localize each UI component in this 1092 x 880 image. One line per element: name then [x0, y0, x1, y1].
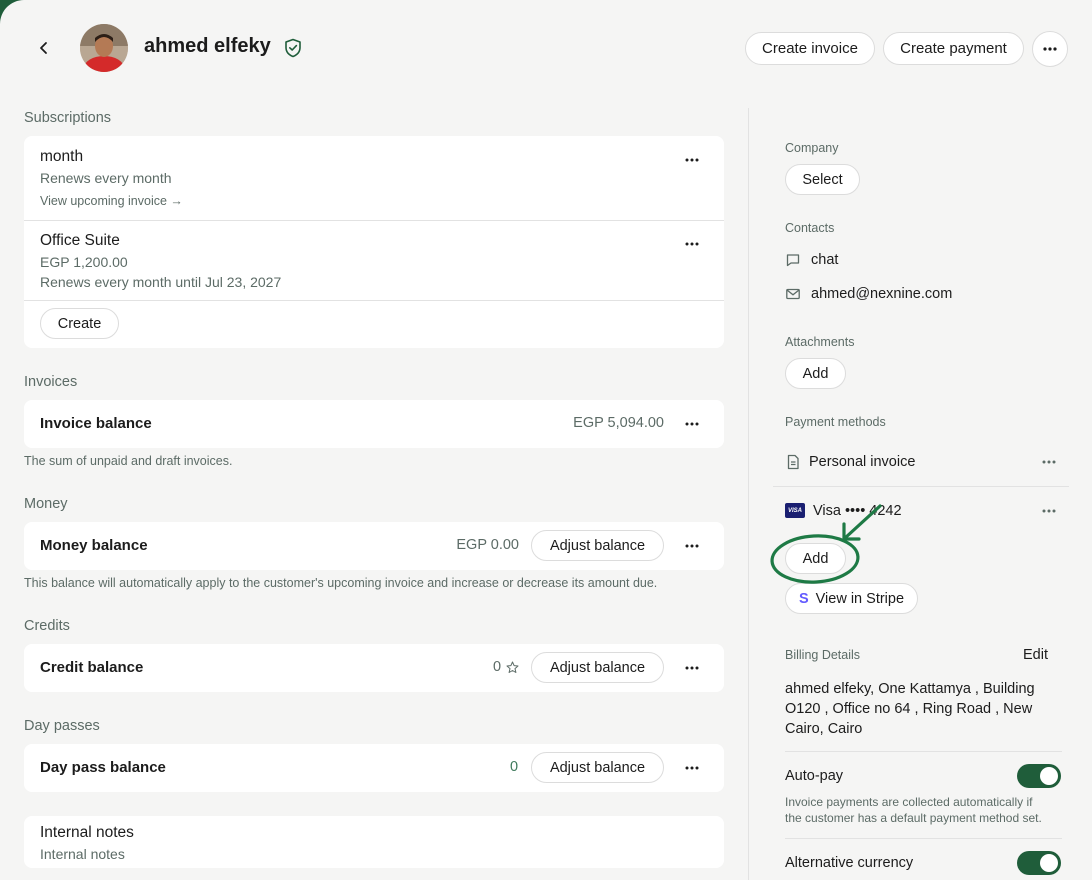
internal-notes-card[interactable]: Internal notes Internal notes	[24, 816, 724, 868]
more-horizontal-icon	[685, 158, 699, 162]
add-attachment-button[interactable]: Add	[785, 358, 846, 389]
divider	[24, 300, 724, 301]
personal-invoice-more-button[interactable]	[1039, 452, 1059, 472]
credit-balance-label: Credit balance	[40, 659, 144, 676]
mail-icon	[786, 288, 800, 300]
more-horizontal-icon	[1042, 460, 1056, 464]
invoice-balance-card: Invoice balance EGP 5,094.00	[24, 400, 724, 448]
visa-more-button[interactable]	[1039, 501, 1059, 521]
billing-details-label: Billing Details	[785, 648, 861, 662]
day-pass-balance-amount: 0	[510, 759, 519, 775]
create-payment-button[interactable]: Create payment	[883, 32, 1024, 65]
more-horizontal-icon	[685, 422, 699, 426]
subscription-more-button[interactable]	[682, 234, 702, 254]
credits-heading: Credits	[24, 618, 70, 634]
subscriptions-card: month Renews every month View upcoming i…	[24, 136, 724, 348]
more-horizontal-icon	[685, 242, 699, 246]
money-balance-amount: EGP 0.00	[456, 537, 519, 553]
company-label: Company	[785, 141, 839, 155]
stripe-icon: S	[798, 590, 809, 607]
sidebar-divider	[748, 108, 749, 880]
annotation-highlight-icon	[770, 504, 882, 584]
day-pass-balance-label: Day pass balance	[40, 759, 166, 776]
chevron-left-icon	[40, 42, 47, 54]
day-pass-balance-more-button[interactable]	[682, 758, 702, 778]
document-icon	[787, 454, 799, 470]
invoices-heading: Invoices	[24, 374, 78, 390]
money-heading: Money	[24, 496, 68, 512]
day-pass-balance-card: Day pass balance 0 Adjust balance	[24, 744, 724, 792]
back-button[interactable]	[32, 34, 56, 62]
credit-balance-card: Credit balance 0 Adjust balance	[24, 644, 724, 692]
customer-name: ahmed elfeky	[144, 35, 271, 57]
star-icon	[506, 661, 519, 673]
contacts-label: Contacts	[785, 221, 835, 235]
divider	[773, 486, 1069, 487]
contact-email[interactable]: ahmed@nexnine.com	[811, 286, 952, 302]
billing-address-line: ahmed elfeky, One Kattamya , Building	[785, 681, 1035, 697]
company-select-button[interactable]: Select	[785, 164, 860, 195]
divider	[24, 220, 724, 221]
money-balance-hint: This balance will automatically apply to…	[24, 576, 658, 590]
alternative-currency-label: Alternative currency	[785, 855, 914, 871]
money-balance-more-button[interactable]	[682, 536, 702, 556]
avatar	[80, 24, 128, 72]
subscription-price: EGP 1,200.00	[40, 254, 128, 270]
invoice-balance-hint: The sum of unpaid and draft invoices.	[24, 454, 233, 468]
subscriptions-heading: Subscriptions	[24, 110, 112, 126]
invoice-balance-label: Invoice balance	[40, 415, 152, 432]
internal-notes-input[interactable]: Internal notes	[40, 846, 125, 862]
chat-icon	[786, 254, 800, 267]
attachments-label: Attachments	[785, 335, 855, 349]
payment-method-personal-invoice[interactable]: Personal invoice	[809, 454, 915, 470]
more-actions-button[interactable]	[1032, 31, 1068, 67]
money-balance-label: Money balance	[40, 537, 148, 554]
subscription-renewal: Renews every month until Jul 23, 2027	[40, 274, 282, 290]
credit-balance-amount: 0	[493, 659, 502, 675]
billing-address-line: O120 , Office no 64 , Ring Road , New	[785, 701, 1033, 717]
subscription-name: month	[40, 148, 84, 165]
billing-address-line: Cairo, Cairo	[785, 721, 863, 737]
money-balance-card: Money balance EGP 0.00 Adjust balance	[24, 522, 724, 570]
more-horizontal-icon	[685, 666, 699, 670]
contact-chat[interactable]: chat	[811, 252, 838, 268]
create-invoice-button[interactable]: Create invoice	[745, 32, 875, 65]
invoice-balance-more-button[interactable]	[682, 414, 702, 434]
credit-balance-more-button[interactable]	[682, 658, 702, 678]
adjust-credit-balance-button[interactable]: Adjust balance	[531, 652, 664, 683]
invoice-balance-amount: EGP 5,094.00	[573, 415, 664, 431]
verified-shield-icon	[285, 38, 301, 58]
divider	[785, 838, 1062, 839]
adjust-day-pass-balance-button[interactable]: Adjust balance	[531, 752, 664, 783]
edit-billing-button[interactable]: Edit	[1023, 647, 1048, 663]
day-passes-heading: Day passes	[24, 718, 100, 734]
payment-methods-label: Payment methods	[785, 415, 886, 429]
create-subscription-button[interactable]: Create	[40, 308, 119, 339]
alternative-currency-toggle[interactable]	[1017, 851, 1061, 875]
autopay-toggle[interactable]	[1017, 764, 1061, 788]
internal-notes-title: Internal notes	[40, 824, 134, 841]
subscription-name: Office Suite	[40, 232, 120, 249]
view-upcoming-invoice-link[interactable]: View upcoming invoice →	[40, 194, 183, 208]
autopay-label: Auto-pay	[785, 768, 844, 784]
autopay-hint: Invoice payments are collected automatic…	[785, 795, 1033, 809]
more-horizontal-icon	[685, 544, 699, 548]
more-horizontal-icon	[685, 766, 699, 770]
more-horizontal-icon	[1042, 509, 1056, 513]
autopay-hint: the customer has a default payment metho…	[785, 811, 1042, 825]
subscription-renewal: Renews every month	[40, 170, 172, 186]
subscription-more-button[interactable]	[682, 150, 702, 170]
customer-header: ahmed elfeky Create invoice Create payme…	[0, 0, 1092, 96]
divider	[785, 751, 1062, 752]
adjust-money-balance-button[interactable]: Adjust balance	[531, 530, 664, 561]
more-horizontal-icon	[1043, 47, 1057, 51]
